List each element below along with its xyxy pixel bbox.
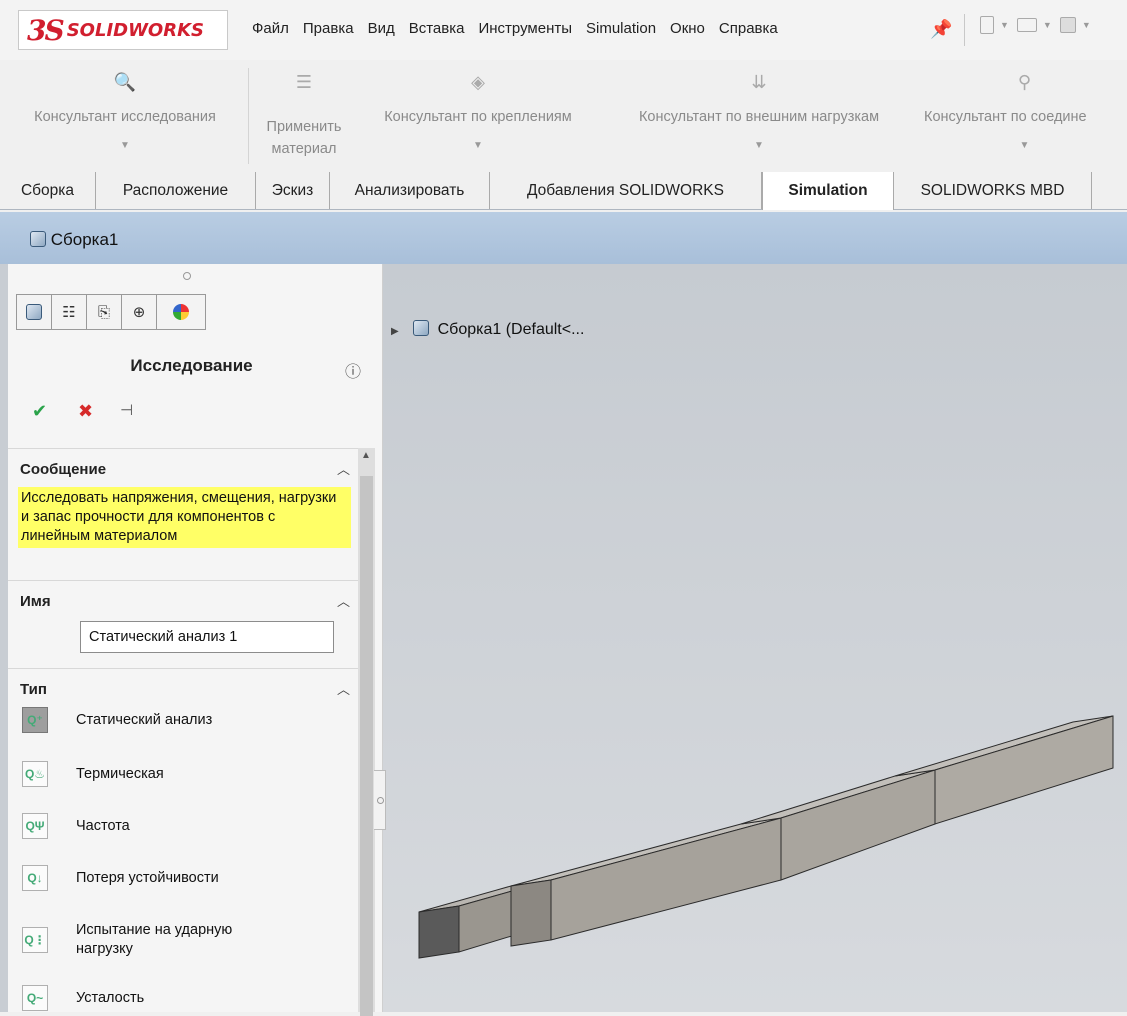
fatigue-icon: Q~ [22,985,48,1011]
crosshair-icon: ⊕ [132,304,146,321]
menu-file[interactable]: Файл [245,20,296,37]
main-menu: Файл Правка Вид Вставка Инструменты Simu… [245,20,785,37]
ok-check-icon[interactable]: ✔ [32,401,47,422]
menu-simulation[interactable]: Simulation [579,20,663,37]
feature-manager-tab[interactable] [16,294,52,330]
cancel-x-icon[interactable]: ✖ [78,401,93,422]
assembly-model[interactable] [383,264,1127,1012]
tab-solidworks-mbd[interactable]: SOLIDWORKS MBD [894,172,1092,209]
graphics-viewport[interactable]: ▶ Сборка1 (Default<... [383,264,1127,1012]
type-thermal[interactable]: Q♨ Термическая [22,761,164,787]
pm-scrollbar[interactable]: ▲ [358,448,375,1016]
property-list-icon: ☷ [62,304,76,321]
command-manager-ribbon: 🔍 Консультант исследования ▼ ☰ Применить… [0,60,1127,172]
manager-pane-tabs: ☷ ⎘ ⊕ [8,264,375,344]
apply-material-button[interactable]: ☰ Применить материал [252,60,356,172]
menu-separator [964,14,965,46]
collapse-chevron-icon[interactable]: ︿ [337,591,350,610]
connections-advisor-button[interactable]: ⚲ Консультант по соедине ▼ [922,60,1127,172]
new-dropdown-icon[interactable]: ▼ [1000,20,1009,30]
drop-test-icon: Q⋮ [22,927,48,953]
logo-mark: 3S [27,13,65,47]
name-section: Имя ︿ [8,580,358,668]
tab-evaluate[interactable]: Анализировать [330,172,490,209]
menu-help[interactable]: Справка [712,20,785,37]
menu-insert[interactable]: Вставка [402,20,472,37]
save-icon[interactable] [1059,17,1076,33]
type-section: Тип ︿ Q⁺ Статический анализ Q♨ Термическ… [8,668,358,1012]
study-advisor-button[interactable]: 🔍 Консультант исследования ▼ [0,60,250,172]
tab-solidworks-addins[interactable]: Добавления SOLIDWORKS [490,172,762,209]
pane-splitter-handle[interactable] [374,770,386,830]
tab-assembly[interactable]: Сборка [0,172,96,209]
document-title-bar: Сборка1 [0,212,1127,264]
tab-layout[interactable]: Расположение [96,172,256,209]
property-manager-tab[interactable]: ☷ [51,294,87,330]
message-text: Исследовать напряжения, смещения, нагруз… [18,487,351,548]
display-manager-tab[interactable] [156,294,206,330]
save-dropdown-icon[interactable]: ▼ [1082,20,1091,30]
menu-edit[interactable]: Правка [296,20,361,37]
menu-bar: 3S SOLIDWORKS Файл Правка Вид Вставка Ин… [0,0,1127,60]
document-title: Сборка1 [30,230,118,250]
quick-access-toolbar: ▼ ▼ ▼ [980,16,1091,34]
beam-segment-2[interactable] [510,817,782,947]
chevron-down-icon[interactable]: ▼ [0,140,250,151]
menu-tools[interactable]: Инструменты [471,20,579,37]
type-buckling[interactable]: Q↓ Потеря устойчивости [22,865,219,891]
help-icon[interactable]: ⓘ [345,358,361,382]
tab-sketch[interactable]: Эскиз [256,172,330,209]
message-section: Сообщение ︿ Исследовать напряжения, смещ… [8,448,358,580]
fixture-icon: ◈ [471,72,485,92]
chevron-down-icon[interactable]: ▼ [922,140,1127,151]
study-advisor-icon: 🔍 [113,72,137,92]
scrollbar-thumb[interactable] [360,476,373,1016]
grip-handle-icon[interactable] [183,272,191,280]
open-dropdown-icon[interactable]: ▼ [1043,20,1052,30]
buckling-icon: Q↓ [22,865,48,891]
collapse-chevron-icon[interactable]: ︿ [337,459,350,478]
thermal-icon: Q♨ [22,761,48,787]
configuration-manager-tab[interactable]: ⎘ [86,294,122,330]
chevron-down-icon[interactable]: ▼ [604,140,914,151]
ribbon-separator [248,68,249,164]
chevron-down-icon[interactable]: ▼ [360,140,596,151]
collapse-chevron-icon[interactable]: ︿ [337,679,350,698]
pm-title: Исследование [130,356,253,375]
open-folder-icon[interactable] [1016,18,1037,32]
pin-icon[interactable]: 📌 [930,19,952,40]
external-loads-advisor-button[interactable]: ⇊ Консультант по внешним нагрузкам ▼ [604,60,914,172]
command-manager-tabs: Сборка Расположение Эскиз Анализировать … [0,172,1127,210]
logo-text: SOLIDWORKS [66,19,205,41]
grip-dot-icon [377,797,384,804]
menu-window[interactable]: Окно [663,20,712,37]
type-fatigue[interactable]: Q~ Усталость [22,985,144,1011]
property-manager: ☷ ⎘ ⊕ Исследование ⓘ ✔ ✖ ⊣ Сообщение ︿ И… [8,264,383,1016]
configuration-icon: ⎘ [97,303,110,321]
menu-view[interactable]: Вид [361,20,402,37]
assembly-icon [30,231,46,247]
new-document-icon[interactable] [980,16,994,34]
assembly-icon [26,304,42,320]
load-arrow-icon: ⇊ [751,72,767,92]
display-pie-icon [173,304,189,320]
keep-visible-pin-icon[interactable]: ⊣ [120,401,133,419]
dimxpert-manager-tab[interactable]: ⊕ [121,294,157,330]
static-analysis-icon: Q⁺ [22,707,48,733]
connector-icon: ⚲ [1017,72,1032,92]
solidworks-logo[interactable]: 3S SOLIDWORKS [18,10,228,50]
type-static[interactable]: Q⁺ Статический анализ [22,707,212,733]
type-drop-test[interactable]: Q⋮ Испытание на ударную нагрузку [22,921,266,959]
study-name-input[interactable] [80,621,334,653]
material-list-icon: ☰ [295,72,313,92]
frequency-icon: QΨ [22,813,48,839]
tab-simulation[interactable]: Simulation [762,172,894,210]
type-frequency[interactable]: QΨ Частота [22,813,130,839]
pm-header: Исследование ⓘ ✔ ✖ ⊣ [8,344,375,448]
fixtures-advisor-button[interactable]: ◈ Консультант по креплениям ▼ [360,60,596,172]
scroll-up-icon[interactable]: ▲ [361,450,371,461]
document-window: Сборка1 ▶ Сборка1 (Default<... ☷ ⎘ ⊕ Исс… [0,212,1127,1016]
